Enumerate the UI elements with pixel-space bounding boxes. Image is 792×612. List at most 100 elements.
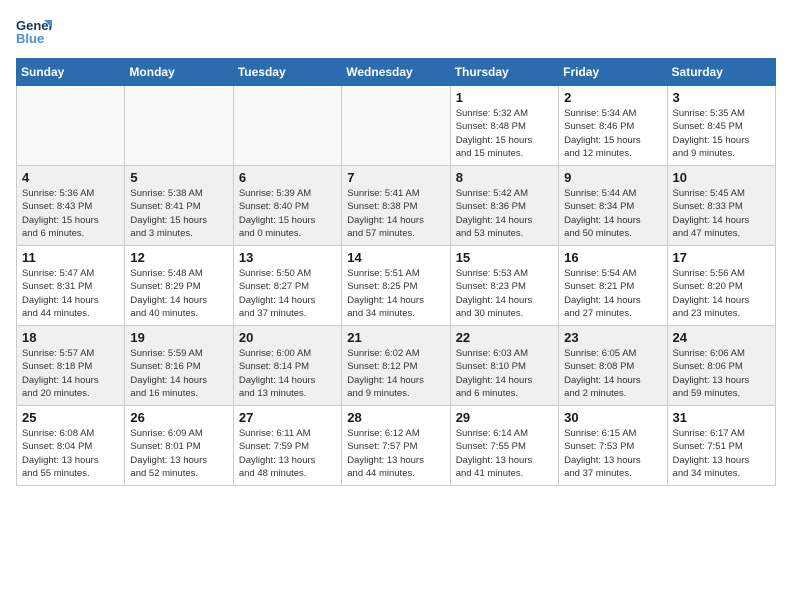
day-info: Sunrise: 6:05 AM Sunset: 8:08 PM Dayligh… bbox=[564, 347, 661, 400]
day-info: Sunrise: 5:47 AM Sunset: 8:31 PM Dayligh… bbox=[22, 267, 119, 320]
day-info: Sunrise: 6:14 AM Sunset: 7:55 PM Dayligh… bbox=[456, 427, 553, 480]
calendar-cell bbox=[125, 86, 233, 166]
col-header-thursday: Thursday bbox=[450, 59, 558, 86]
calendar-cell: 25Sunrise: 6:08 AM Sunset: 8:04 PM Dayli… bbox=[17, 406, 125, 486]
day-number: 13 bbox=[239, 250, 336, 265]
calendar-cell: 12Sunrise: 5:48 AM Sunset: 8:29 PM Dayli… bbox=[125, 246, 233, 326]
day-info: Sunrise: 6:09 AM Sunset: 8:01 PM Dayligh… bbox=[130, 427, 227, 480]
calendar-week-3: 11 Sunrise: 5:47 AM Sunset: 8:31 PM Dayli… bbox=[17, 246, 776, 326]
logo: General Blue bbox=[16, 16, 56, 46]
day-info: Sunrise: 5:59 AM Sunset: 8:16 PM Dayligh… bbox=[130, 347, 227, 400]
day-number: 12 bbox=[130, 250, 227, 265]
calendar-cell: 9 Sunrise: 5:44 AM Sunset: 8:34 PM Daylig… bbox=[559, 166, 667, 246]
day-number: 2 bbox=[564, 90, 661, 105]
calendar-cell: 28 Sunrise: 6:12 AM Sunset: 7:57 PM Dayli… bbox=[342, 406, 450, 486]
day-info: Sunrise: 5:51 AM Sunset: 8:25 PM Dayligh… bbox=[347, 267, 444, 320]
day-number: 22 bbox=[456, 330, 553, 345]
day-number: 26 bbox=[130, 410, 227, 425]
day-info: Sunrise: 6:00 AM Sunset: 8:14 PM Dayligh… bbox=[239, 347, 336, 400]
day-number: 11 bbox=[22, 250, 119, 265]
calendar-cell: 2 Sunrise: 5:34 AM Sunset: 8:46 PM Daylig… bbox=[559, 86, 667, 166]
col-header-monday: Monday bbox=[125, 59, 233, 86]
calendar-week-5: 25Sunrise: 6:08 AM Sunset: 8:04 PM Dayli… bbox=[17, 406, 776, 486]
day-info: Sunrise: 5:35 AM Sunset: 8:45 PM Dayligh… bbox=[673, 107, 770, 160]
calendar-cell: 10 Sunrise: 5:45 AM Sunset: 8:33 PM Dayli… bbox=[667, 166, 775, 246]
calendar-cell: 4Sunrise: 5:36 AM Sunset: 8:43 PM Daylig… bbox=[17, 166, 125, 246]
day-number: 6 bbox=[239, 170, 336, 185]
day-number: 14 bbox=[347, 250, 444, 265]
day-info: Sunrise: 5:38 AM Sunset: 8:41 PM Dayligh… bbox=[130, 187, 227, 240]
day-info: Sunrise: 5:53 AM Sunset: 8:23 PM Dayligh… bbox=[456, 267, 553, 320]
day-info: Sunrise: 5:44 AM Sunset: 8:34 PM Dayligh… bbox=[564, 187, 661, 240]
day-number: 29 bbox=[456, 410, 553, 425]
day-number: 16 bbox=[564, 250, 661, 265]
day-info: Sunrise: 6:03 AM Sunset: 8:10 PM Dayligh… bbox=[456, 347, 553, 400]
calendar-cell: 26 Sunrise: 6:09 AM Sunset: 8:01 PM Dayli… bbox=[125, 406, 233, 486]
calendar-cell: 1 Sunrise: 5:32 AM Sunset: 8:48 PM Daylig… bbox=[450, 86, 558, 166]
calendar-week-1: 1 Sunrise: 5:32 AM Sunset: 8:48 PM Daylig… bbox=[17, 86, 776, 166]
calendar-cell: 27 Sunrise: 6:11 AM Sunset: 7:59 PM Dayli… bbox=[233, 406, 341, 486]
calendar-cell: 15 Sunrise: 5:53 AM Sunset: 8:23 PM Dayli… bbox=[450, 246, 558, 326]
day-number: 5 bbox=[130, 170, 227, 185]
calendar-cell: 22 Sunrise: 6:03 AM Sunset: 8:10 PM Dayli… bbox=[450, 326, 558, 406]
calendar-cell: 31 Sunrise: 6:17 AM Sunset: 7:51 PM Dayli… bbox=[667, 406, 775, 486]
calendar-cell bbox=[342, 86, 450, 166]
calendar-cell: 13Sunrise: 5:50 AM Sunset: 8:27 PM Dayli… bbox=[233, 246, 341, 326]
day-info: Sunrise: 6:08 AM Sunset: 8:04 PM Dayligh… bbox=[22, 427, 119, 480]
day-number: 3 bbox=[673, 90, 770, 105]
day-number: 15 bbox=[456, 250, 553, 265]
svg-text:Blue: Blue bbox=[16, 31, 44, 46]
calendar-cell: 17 Sunrise: 5:56 AM Sunset: 8:20 PM Dayli… bbox=[667, 246, 775, 326]
day-number: 8 bbox=[456, 170, 553, 185]
day-number: 28 bbox=[347, 410, 444, 425]
day-info: Sunrise: 5:34 AM Sunset: 8:46 PM Dayligh… bbox=[564, 107, 661, 160]
day-info: Sunrise: 6:12 AM Sunset: 7:57 PM Dayligh… bbox=[347, 427, 444, 480]
calendar-cell: 18 Sunrise: 5:57 AM Sunset: 8:18 PM Dayli… bbox=[17, 326, 125, 406]
calendar-cell: 29 Sunrise: 6:14 AM Sunset: 7:55 PM Dayli… bbox=[450, 406, 558, 486]
day-number: 20 bbox=[239, 330, 336, 345]
day-info: Sunrise: 6:17 AM Sunset: 7:51 PM Dayligh… bbox=[673, 427, 770, 480]
day-number: 21 bbox=[347, 330, 444, 345]
calendar-table: SundayMondayTuesdayWednesdayThursdayFrid… bbox=[16, 58, 776, 486]
day-info: Sunrise: 6:06 AM Sunset: 8:06 PM Dayligh… bbox=[673, 347, 770, 400]
col-header-friday: Friday bbox=[559, 59, 667, 86]
day-number: 17 bbox=[673, 250, 770, 265]
calendar-header-row: SundayMondayTuesdayWednesdayThursdayFrid… bbox=[17, 59, 776, 86]
calendar-cell: 30 Sunrise: 6:15 AM Sunset: 7:53 PM Dayli… bbox=[559, 406, 667, 486]
calendar-cell: 14 Sunrise: 5:51 AM Sunset: 8:25 PM Dayli… bbox=[342, 246, 450, 326]
calendar-cell bbox=[17, 86, 125, 166]
calendar-week-2: 4Sunrise: 5:36 AM Sunset: 8:43 PM Daylig… bbox=[17, 166, 776, 246]
day-info: Sunrise: 6:11 AM Sunset: 7:59 PM Dayligh… bbox=[239, 427, 336, 480]
col-header-saturday: Saturday bbox=[667, 59, 775, 86]
day-info: Sunrise: 5:57 AM Sunset: 8:18 PM Dayligh… bbox=[22, 347, 119, 400]
day-info: Sunrise: 5:54 AM Sunset: 8:21 PM Dayligh… bbox=[564, 267, 661, 320]
day-number: 30 bbox=[564, 410, 661, 425]
page-header: General Blue bbox=[16, 16, 776, 46]
day-info: Sunrise: 6:15 AM Sunset: 7:53 PM Dayligh… bbox=[564, 427, 661, 480]
day-info: Sunrise: 5:32 AM Sunset: 8:48 PM Dayligh… bbox=[456, 107, 553, 160]
day-info: Sunrise: 5:45 AM Sunset: 8:33 PM Dayligh… bbox=[673, 187, 770, 240]
day-info: Sunrise: 5:39 AM Sunset: 8:40 PM Dayligh… bbox=[239, 187, 336, 240]
day-number: 27 bbox=[239, 410, 336, 425]
calendar-cell: 20 Sunrise: 6:00 AM Sunset: 8:14 PM Dayli… bbox=[233, 326, 341, 406]
day-number: 10 bbox=[673, 170, 770, 185]
col-header-sunday: Sunday bbox=[17, 59, 125, 86]
day-info: Sunrise: 5:56 AM Sunset: 8:20 PM Dayligh… bbox=[673, 267, 770, 320]
calendar-week-4: 18 Sunrise: 5:57 AM Sunset: 8:18 PM Dayli… bbox=[17, 326, 776, 406]
day-number: 9 bbox=[564, 170, 661, 185]
day-number: 1 bbox=[456, 90, 553, 105]
day-info: Sunrise: 5:36 AM Sunset: 8:43 PM Dayligh… bbox=[22, 187, 119, 240]
calendar-cell bbox=[233, 86, 341, 166]
day-info: Sunrise: 5:42 AM Sunset: 8:36 PM Dayligh… bbox=[456, 187, 553, 240]
day-number: 31 bbox=[673, 410, 770, 425]
calendar-cell: 19Sunrise: 5:59 AM Sunset: 8:16 PM Dayli… bbox=[125, 326, 233, 406]
calendar-cell: 24Sunrise: 6:06 AM Sunset: 8:06 PM Dayli… bbox=[667, 326, 775, 406]
day-number: 23 bbox=[564, 330, 661, 345]
calendar-cell: 11 Sunrise: 5:47 AM Sunset: 8:31 PM Dayli… bbox=[17, 246, 125, 326]
day-number: 18 bbox=[22, 330, 119, 345]
logo-icon: General Blue bbox=[16, 16, 52, 46]
calendar-cell: 16 Sunrise: 5:54 AM Sunset: 8:21 PM Dayli… bbox=[559, 246, 667, 326]
calendar-cell: 8 Sunrise: 5:42 AM Sunset: 8:36 PM Daylig… bbox=[450, 166, 558, 246]
col-header-tuesday: Tuesday bbox=[233, 59, 341, 86]
col-header-wednesday: Wednesday bbox=[342, 59, 450, 86]
